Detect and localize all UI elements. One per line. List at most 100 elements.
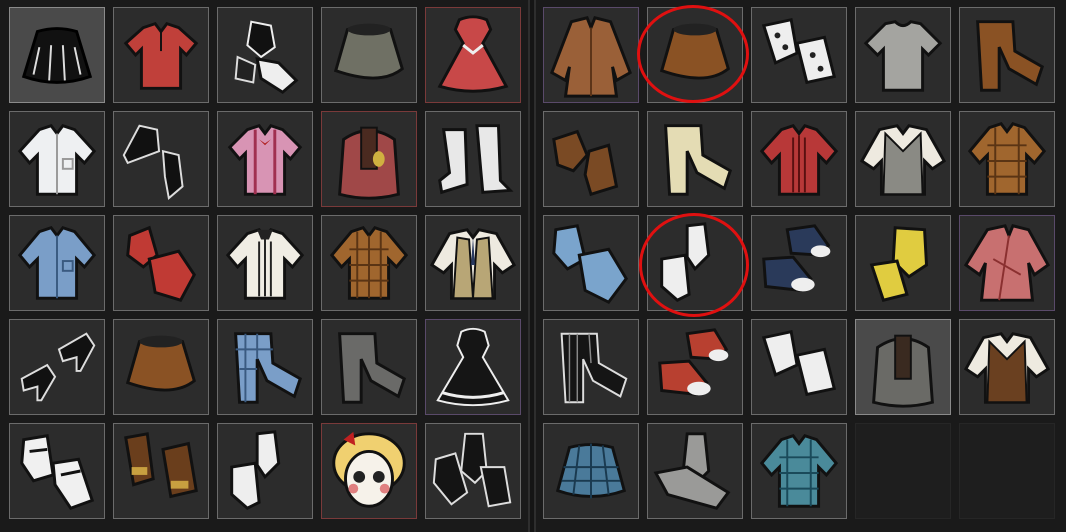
blue-plaid-skirt-icon (555, 443, 627, 499)
slot-plaid-jacket[interactable] (321, 215, 417, 311)
slot-yellow-gloves[interactable] (855, 215, 951, 311)
red-backpack-icon (338, 126, 400, 200)
white-heels-icon (660, 222, 711, 302)
slot-red-sneakers[interactable] (647, 319, 743, 415)
slot-pink-kimono[interactable] (959, 215, 1055, 311)
slot-black-long-gloves[interactable] (425, 423, 521, 519)
brown-boots-icon (552, 129, 619, 197)
slot-black-heels[interactable] (9, 319, 105, 415)
red-polo-shirt-icon (123, 21, 199, 90)
teal-plaid-shirt-icon (759, 434, 839, 508)
slot-black-shoes[interactable] (113, 111, 209, 207)
empty-slot[interactable] (855, 423, 951, 519)
slot-brown-vest[interactable] (959, 319, 1055, 415)
slot-brown-gloves[interactable] (113, 423, 209, 519)
white-shirt-icon (17, 123, 97, 196)
black-heels-icon (20, 332, 96, 402)
white-gloves-icon (761, 329, 837, 397)
brown-gloves-icon (124, 432, 198, 499)
empty-slot[interactable] (959, 423, 1055, 519)
gray-long-gloves-icon (653, 432, 731, 510)
slot-blue-plaid-pants[interactable] (217, 319, 313, 415)
slot-wendy-portrait[interactable] (321, 423, 417, 519)
slot-white-ruffle-shirt[interactable] (217, 215, 313, 311)
red-sneakers-icon (658, 328, 729, 396)
brown-skirt-icon (125, 335, 196, 392)
slot-cream-pants[interactable] (647, 111, 743, 207)
gray-backpack-icon (872, 334, 934, 408)
slot-white-heels-highlighted[interactable] (647, 215, 743, 311)
slot-gray-tshirt[interactable] (855, 7, 951, 103)
slot-brown-skirt[interactable] (113, 319, 209, 415)
slot-black-striped-pants[interactable] (543, 319, 639, 415)
slot-white-shirt[interactable] (9, 111, 105, 207)
slot-red-gloves[interactable] (113, 215, 209, 311)
slot-brown-coat[interactable] (543, 7, 639, 103)
slot-red-ruffle-shirt[interactable] (751, 111, 847, 207)
white-mary-janes-icon (20, 434, 95, 510)
gray-pants-icon (338, 332, 407, 404)
left-inventory-panel (0, 0, 530, 532)
slot-white-mary-janes[interactable] (9, 423, 105, 519)
red-dress-icon (437, 15, 509, 93)
gray-skirt-icon (333, 23, 404, 80)
yellow-gloves-icon (869, 226, 929, 302)
white-boots-icon (438, 124, 514, 195)
slot-black-frilly-dress[interactable] (425, 319, 521, 415)
sweater-vest-icon (859, 124, 947, 196)
slot-black-skirt[interactable] (9, 7, 105, 103)
slot-teal-plaid-shirt[interactable] (751, 423, 847, 519)
wendy-portrait-icon (332, 431, 406, 508)
red-gloves-icon (126, 225, 197, 302)
white-ruffle-shirt-icon (225, 227, 305, 300)
white-spotted-gloves-icon (761, 17, 837, 85)
red-ruffle-shirt-icon (759, 123, 839, 196)
slot-brown-pants[interactable] (959, 7, 1055, 103)
white-heels-icon (230, 430, 281, 510)
slot-red-backpack[interactable] (321, 111, 417, 207)
gray-tshirt-icon (863, 20, 943, 92)
slot-red-polo[interactable] (113, 7, 209, 103)
black-frilly-dress-icon (436, 327, 510, 407)
slot-gray-backpack[interactable] (855, 319, 951, 415)
blue-gloves-icon (552, 224, 629, 305)
slot-gray-pants[interactable] (321, 319, 417, 415)
slot-white-boots[interactable] (425, 111, 521, 207)
blue-plaid-pants-icon (234, 332, 303, 404)
brown-pants-icon (976, 20, 1045, 92)
slot-white-gloves[interactable] (751, 319, 847, 415)
slot-pink-suspender-shirt[interactable] (217, 111, 313, 207)
black-shoes-icon (122, 124, 184, 201)
blue-sneakers-icon (762, 224, 831, 292)
slot-white-spotted-gloves[interactable] (751, 7, 847, 103)
slot-black-white-gloves[interactable] (217, 7, 313, 103)
pink-suspender-shirt-icon (227, 123, 303, 196)
tan-vest-icon (429, 228, 517, 300)
blue-shirt-icon (17, 226, 97, 300)
brown-skirt-icon (659, 23, 730, 80)
slot-blue-sneakers[interactable] (751, 215, 847, 311)
black-white-gloves-icon (234, 20, 299, 95)
slot-sweater-vest[interactable] (855, 111, 951, 207)
slot-gray-long-gloves[interactable] (647, 423, 743, 519)
brown-coat-icon (550, 16, 632, 98)
slot-brown-skirt-highlighted[interactable] (647, 7, 743, 103)
slot-white-heels[interactable] (217, 423, 313, 519)
slot-red-dress[interactable] (425, 7, 521, 103)
black-skirt-icon (21, 27, 93, 84)
cream-pants-icon (664, 124, 733, 196)
black-striped-pants-icon (560, 332, 628, 404)
slot-plaid-shirt[interactable] (959, 111, 1055, 207)
pink-kimono-icon (963, 224, 1051, 302)
plaid-jacket-icon (329, 226, 409, 300)
slot-blue-gloves[interactable] (543, 215, 639, 311)
slot-brown-boots[interactable] (543, 111, 639, 207)
plaid-shirt-icon (967, 122, 1047, 196)
slot-tan-vest[interactable] (425, 215, 521, 311)
brown-vest-icon (963, 332, 1051, 404)
slot-gray-skirt[interactable] (321, 7, 417, 103)
black-long-gloves-icon (432, 432, 512, 508)
slot-blue-plaid-skirt[interactable] (543, 423, 639, 519)
slot-blue-shirt[interactable] (9, 215, 105, 311)
right-inventory-panel (534, 0, 1066, 532)
